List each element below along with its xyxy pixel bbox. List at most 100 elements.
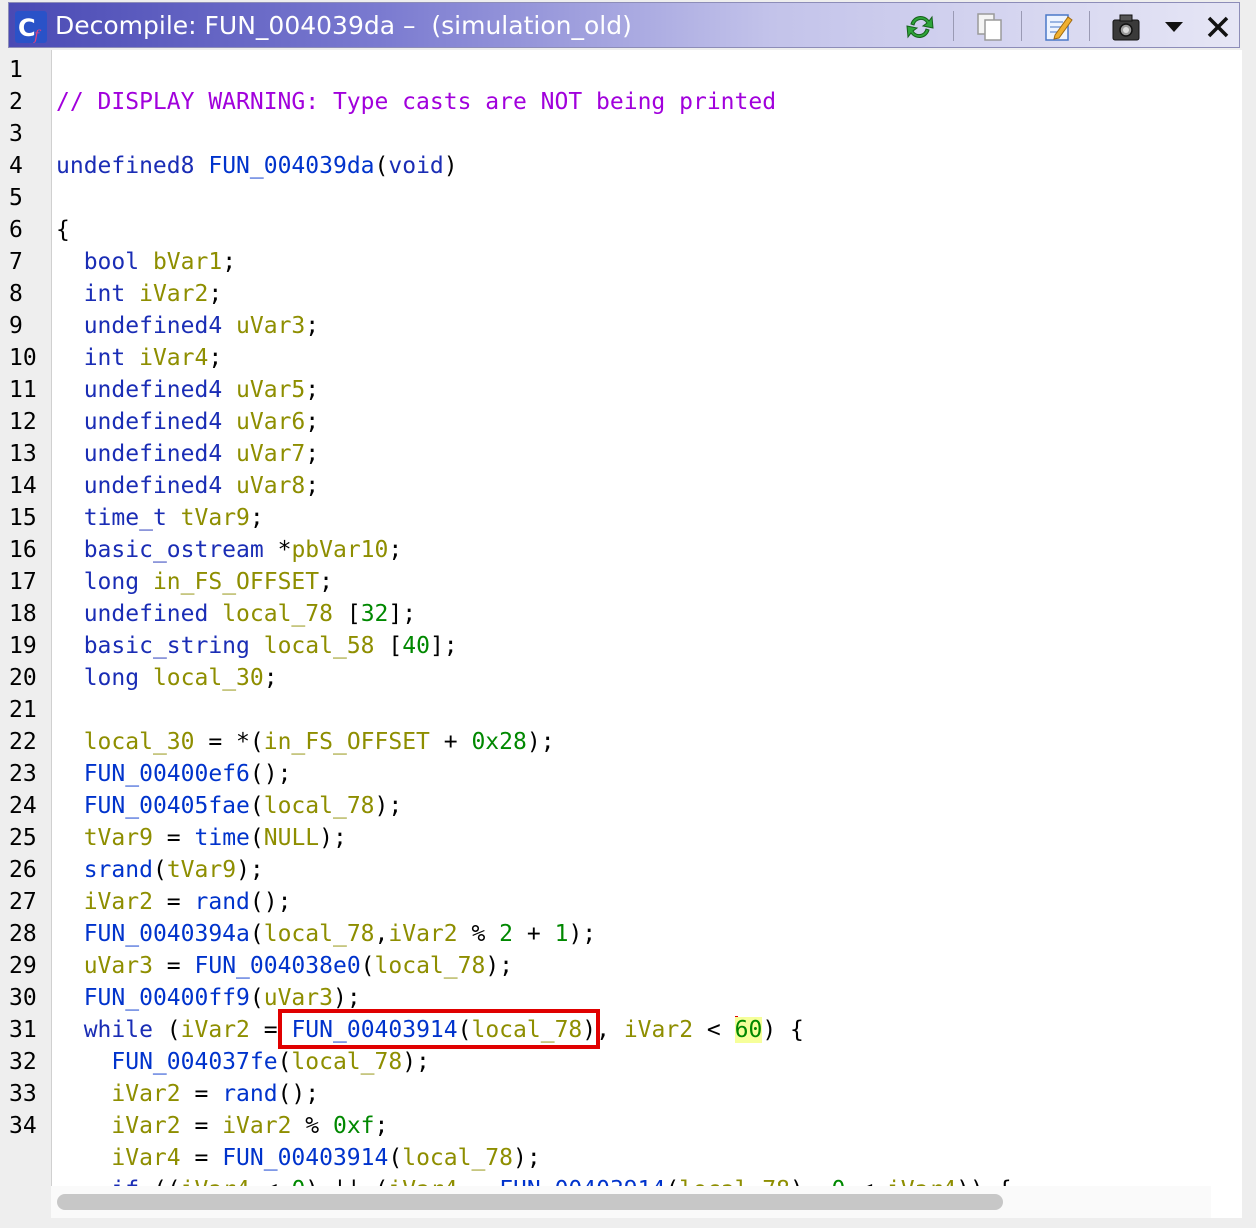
variable-token[interactable]: uVar8 xyxy=(236,473,305,499)
function-name-token[interactable]: FUN_004039da xyxy=(208,153,374,179)
variable-token[interactable]: iVar2 xyxy=(84,889,153,915)
horizontal-scrollbar[interactable] xyxy=(51,1186,1211,1218)
code-line-9[interactable]: undefined4 uVar3; xyxy=(56,310,319,342)
type-token[interactable]: void xyxy=(388,153,443,179)
type-token[interactable]: undefined4 xyxy=(84,441,222,467)
type-token[interactable]: int xyxy=(84,345,126,371)
function-call-token[interactable]: FUN_004038e0 xyxy=(195,953,361,979)
code-line-26[interactable]: srand(tVar9); xyxy=(56,854,264,886)
variable-token[interactable]: pbVar10 xyxy=(291,537,388,563)
type-token[interactable]: long xyxy=(84,665,139,691)
variable-token[interactable]: uVar3 xyxy=(264,985,333,1011)
type-token[interactable]: time_t xyxy=(84,505,167,531)
horizontal-scroll-thumb[interactable] xyxy=(57,1194,1003,1210)
code-line-4[interactable]: undefined8 FUN_004039da(void) xyxy=(56,150,458,182)
code-line-11[interactable]: undefined4 uVar5; xyxy=(56,374,319,406)
variable-token[interactable]: uVar5 xyxy=(236,377,305,403)
variable-token[interactable]: tVar9 xyxy=(84,825,153,851)
code-line-2[interactable]: // DISPLAY WARNING: Type casts are NOT b… xyxy=(56,86,776,118)
code-line-15[interactable]: time_t tVar9; xyxy=(56,502,264,534)
code-line-25[interactable]: tVar9 = time(NULL); xyxy=(56,822,347,854)
variable-token[interactable]: iVar2 xyxy=(111,1113,180,1139)
variable-token[interactable]: local_78 xyxy=(264,921,375,947)
variable-token[interactable]: local_78 xyxy=(264,793,375,819)
function-call-token[interactable]: FUN_00400ff9 xyxy=(84,985,250,1011)
variable-token[interactable]: iVar2 xyxy=(388,921,457,947)
type-token[interactable]: undefined4 xyxy=(84,313,222,339)
code-line-14[interactable]: undefined4 uVar8; xyxy=(56,470,319,502)
code-line-35[interactable]: iVar4 = FUN_00403914(local_78); xyxy=(56,1142,540,1174)
type-token[interactable]: undefined xyxy=(84,601,209,627)
function-call-token[interactable]: rand xyxy=(195,889,250,915)
code-line-31[interactable]: while (iVar2 = FUN_00403914(local_78), i… xyxy=(56,1014,804,1046)
code-line-6[interactable]: { xyxy=(56,214,70,246)
code-line-34[interactable]: iVar2 = iVar2 % 0xf; xyxy=(56,1110,388,1142)
number-token[interactable]: 32 xyxy=(361,601,389,627)
function-call-token[interactable]: time xyxy=(195,825,250,851)
variable-token[interactable]: in_FS_OFFSET xyxy=(153,569,319,595)
variable-token[interactable]: local_30 xyxy=(84,729,195,755)
number-token[interactable]: 1 xyxy=(555,921,569,947)
type-token[interactable]: bool xyxy=(84,249,139,275)
function-call-token[interactable]: srand xyxy=(84,857,153,883)
function-call-token[interactable]: FUN_00400ef6 xyxy=(84,761,250,787)
variable-token[interactable]: NULL xyxy=(264,825,319,851)
type-token[interactable]: undefined4 xyxy=(84,473,222,499)
snapshot-button[interactable] xyxy=(1109,10,1143,44)
function-call-token[interactable]: FUN_00405fae xyxy=(84,793,250,819)
variable-token[interactable]: iVar2 xyxy=(222,1113,291,1139)
variable-token[interactable]: local_78 xyxy=(291,1049,402,1075)
code-line-7[interactable]: bool bVar1; xyxy=(56,246,236,278)
highlighted-number-token[interactable]: 60 xyxy=(734,1017,763,1043)
variable-token[interactable]: tVar9 xyxy=(167,857,236,883)
variable-token[interactable]: uVar7 xyxy=(236,441,305,467)
code-line-24[interactable]: FUN_00405fae(local_78); xyxy=(56,790,403,822)
number-token[interactable]: 40 xyxy=(402,633,430,659)
variable-token[interactable]: local_78 xyxy=(402,1145,513,1171)
variable-token[interactable]: iVar2 xyxy=(624,1017,693,1043)
variable-token[interactable]: local_78 xyxy=(375,953,486,979)
function-call-token[interactable]: FUN_00403914 xyxy=(222,1145,388,1171)
edit-button[interactable] xyxy=(1041,10,1075,44)
variable-token[interactable]: local_30 xyxy=(153,665,264,691)
number-token[interactable]: 0x28 xyxy=(471,729,526,755)
variable-token[interactable]: uVar6 xyxy=(236,409,305,435)
number-token[interactable]: 0xf xyxy=(333,1113,375,1139)
code-line-10[interactable]: int iVar4; xyxy=(56,342,223,374)
code-line-12[interactable]: undefined4 uVar6; xyxy=(56,406,319,438)
variable-token[interactable]: iVar2 xyxy=(181,1017,250,1043)
comment-token[interactable]: // DISPLAY WARNING: Type casts are NOT b… xyxy=(56,89,776,115)
variable-token[interactable]: iVar4 xyxy=(111,1145,180,1171)
function-call-token[interactable]: FUN_004037fe xyxy=(111,1049,277,1075)
code-line-32[interactable]: FUN_004037fe(local_78); xyxy=(56,1046,430,1078)
variable-token[interactable]: local_78 xyxy=(471,1017,582,1043)
function-call-token[interactable]: rand xyxy=(222,1081,277,1107)
code-line-16[interactable]: basic_ostream *pbVar10; xyxy=(56,534,403,566)
variable-token[interactable]: local_58 xyxy=(264,633,375,659)
code-listing[interactable]: // DISPLAY WARNING: Type casts are NOT b… xyxy=(51,50,1242,1218)
code-line-23[interactable]: FUN_00400ef6(); xyxy=(56,758,292,790)
code-line-20[interactable]: long local_30; xyxy=(56,662,278,694)
code-line-28[interactable]: FUN_0040394a(local_78,iVar2 % 2 + 1); xyxy=(56,918,596,950)
variable-token[interactable]: iVar2 xyxy=(111,1081,180,1107)
number-token[interactable]: 2 xyxy=(499,921,513,947)
variable-token[interactable]: iVar4 xyxy=(139,345,208,371)
type-token[interactable]: basic_ostream xyxy=(84,537,264,563)
code-line-13[interactable]: undefined4 uVar7; xyxy=(56,438,319,470)
type-token[interactable]: undefined4 xyxy=(84,377,222,403)
type-token[interactable]: long xyxy=(84,569,139,595)
variable-token[interactable]: tVar9 xyxy=(181,505,250,531)
menu-dropdown-button[interactable] xyxy=(1157,10,1191,44)
code-line-22[interactable]: local_30 = *(in_FS_OFFSET + 0x28); xyxy=(56,726,555,758)
code-line-30[interactable]: FUN_00400ff9(uVar3); xyxy=(56,982,361,1014)
variable-token[interactable]: uVar3 xyxy=(236,313,305,339)
variable-token[interactable]: uVar3 xyxy=(84,953,153,979)
type-token[interactable]: int xyxy=(84,281,126,307)
code-line-18[interactable]: undefined local_78 [32]; xyxy=(56,598,416,630)
variable-token[interactable]: in_FS_OFFSET xyxy=(264,729,430,755)
close-button[interactable] xyxy=(1201,10,1235,44)
refresh-button[interactable] xyxy=(903,10,937,44)
variable-token[interactable]: local_78 xyxy=(222,601,333,627)
code-line-8[interactable]: int iVar2; xyxy=(56,278,223,310)
variable-token[interactable]: bVar1 xyxy=(153,249,222,275)
